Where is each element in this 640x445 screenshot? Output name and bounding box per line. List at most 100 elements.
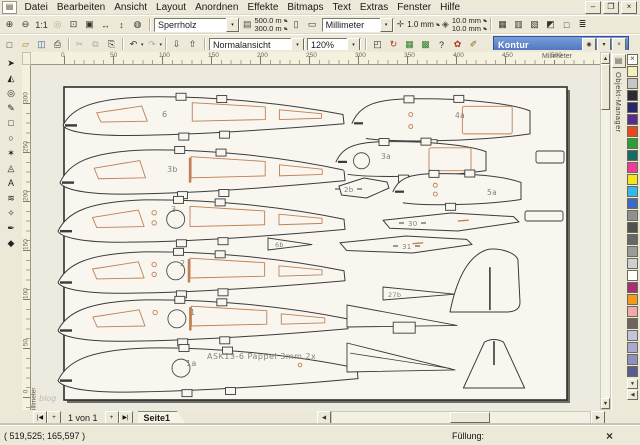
color-swatch[interactable] bbox=[627, 138, 638, 149]
dropdown-arrow-icon[interactable]: ▾ bbox=[226, 18, 239, 32]
color-swatch[interactable] bbox=[627, 174, 638, 185]
scroll-up-button[interactable]: ▲ bbox=[601, 53, 610, 64]
document-window-icon[interactable]: ▤ bbox=[2, 1, 17, 14]
zoom-to-page-width-icon[interactable]: ↔ bbox=[98, 18, 113, 32]
ellipse-tool[interactable]: ○ bbox=[2, 131, 20, 145]
color-swatch[interactable] bbox=[627, 366, 638, 377]
zoom-to-page-icon[interactable]: ▣ bbox=[82, 18, 97, 32]
color-swatch[interactable] bbox=[627, 210, 638, 221]
eyedropper-tool[interactable]: ✧ bbox=[2, 206, 20, 220]
interactive-blend-tool[interactable]: ≋ bbox=[2, 191, 20, 205]
menu-text[interactable]: Text bbox=[328, 2, 355, 13]
scroll-right-button[interactable]: ▶ bbox=[591, 411, 605, 424]
menu-anordnen[interactable]: Anordnen bbox=[191, 2, 243, 13]
horizontal-scrollbar[interactable]: ◀ ▶ bbox=[317, 411, 605, 424]
no-color-swatch[interactable]: × bbox=[627, 54, 638, 65]
spinner-icon[interactable]: ▾▴ bbox=[483, 18, 486, 24]
color-swatch[interactable] bbox=[627, 114, 638, 125]
nudge-field[interactable]: 1.0 mm ▾▴ bbox=[407, 20, 439, 29]
freehand-tool[interactable]: ✎ bbox=[2, 101, 20, 115]
menu-datei[interactable]: Datei bbox=[20, 2, 52, 13]
drawing-canvas[interactable]: blog63b3211a4a3a5a2b30316b27bASK13-6 Pap… bbox=[31, 65, 600, 410]
color-swatch[interactable] bbox=[627, 186, 638, 197]
color-swatch[interactable] bbox=[627, 150, 638, 161]
options-icon[interactable]: ≣ bbox=[575, 18, 590, 32]
treat-objects-as-filled-icon[interactable]: ◩ bbox=[543, 18, 558, 32]
zoom-actual-size[interactable]: 1:1 bbox=[34, 18, 49, 32]
horizontal-ruler[interactable]: Millimeter 05010015020025030035040045050… bbox=[31, 52, 600, 65]
color-swatch[interactable] bbox=[627, 282, 638, 293]
undo-icon-dropdown[interactable]: ▾ bbox=[141, 42, 144, 48]
zoom-tool[interactable]: ◎ bbox=[2, 86, 20, 100]
menu-fenster[interactable]: Fenster bbox=[393, 2, 436, 13]
zoom-out-icon[interactable]: ⊖ bbox=[18, 18, 33, 32]
horizontal-scroll-thumb[interactable] bbox=[450, 412, 490, 423]
part[interactable] bbox=[525, 211, 563, 221]
vertical-scrollbar[interactable]: ▲ ▼ bbox=[600, 52, 611, 410]
duplicate-distance-fields[interactable]: 10.0 mm▾▴ 10.0 mm▾▴ bbox=[452, 17, 486, 33]
color-swatch[interactable] bbox=[627, 258, 638, 269]
color-swatch[interactable] bbox=[627, 126, 638, 137]
text-tool[interactable]: A bbox=[2, 176, 20, 190]
color-swatch[interactable] bbox=[627, 342, 638, 353]
menu-layout[interactable]: Layout bbox=[152, 2, 191, 13]
polygon-tool[interactable]: ✶ bbox=[2, 146, 20, 160]
shape-tool[interactable]: ◭ bbox=[2, 71, 20, 85]
minimize-button[interactable]: – bbox=[585, 1, 601, 14]
portrait-button[interactable]: ▯ bbox=[289, 18, 304, 32]
color-swatch[interactable] bbox=[627, 318, 638, 329]
first-page-button[interactable]: |◀ bbox=[33, 411, 47, 424]
last-page-button[interactable]: ▶| bbox=[119, 411, 133, 424]
zoom-to-all-objects-icon[interactable]: ⊡ bbox=[66, 18, 81, 32]
color-swatch[interactable] bbox=[627, 294, 638, 305]
color-swatch[interactable] bbox=[627, 234, 638, 245]
restore-button[interactable]: ❐ bbox=[603, 1, 619, 14]
spinner-icon[interactable]: ▾▴ bbox=[284, 18, 287, 24]
object-manager-icon[interactable]: ▤ bbox=[612, 54, 626, 68]
dropdown-arrow-icon[interactable]: ▾ bbox=[380, 18, 393, 32]
color-swatch[interactable] bbox=[627, 102, 638, 113]
color-swatch[interactable] bbox=[627, 330, 638, 341]
fill-tool[interactable]: ◆ bbox=[2, 236, 20, 250]
zoom-in-icon[interactable]: ⊕ bbox=[2, 18, 17, 32]
paper-type-combo[interactable]: Sperrholz ▾ bbox=[154, 18, 240, 32]
marquee-select-icon[interactable]: □ bbox=[559, 18, 574, 32]
color-swatch[interactable] bbox=[627, 78, 638, 89]
outline-tool[interactable]: ✒ bbox=[2, 221, 20, 235]
color-swatch[interactable] bbox=[627, 354, 638, 365]
add-page-before-button[interactable]: + bbox=[47, 411, 61, 424]
vertical-ruler[interactable]: 300250200150100500 bbox=[22, 65, 31, 410]
color-swatch[interactable] bbox=[627, 306, 638, 317]
palette-expand-button[interactable]: ◀ bbox=[627, 390, 638, 400]
add-page-after-button[interactable]: + bbox=[105, 411, 119, 424]
rectangle-tool[interactable]: □ bbox=[2, 116, 20, 130]
paper-size-fields[interactable]: 500.0 m▾▴ 300.0 m▾▴ bbox=[255, 17, 287, 33]
spinner-icon[interactable]: ▾▴ bbox=[284, 26, 287, 32]
menu-effekte[interactable]: Effekte bbox=[243, 2, 283, 13]
color-swatch[interactable] bbox=[627, 66, 638, 77]
color-swatch[interactable] bbox=[627, 246, 638, 257]
ruler-corner[interactable] bbox=[22, 52, 31, 65]
snap-to-guidelines-icon[interactable]: ▥ bbox=[511, 18, 526, 32]
basic-shapes-tool[interactable]: ◬ bbox=[2, 161, 20, 175]
horizontal-scroll-track[interactable] bbox=[331, 411, 591, 424]
color-swatch[interactable] bbox=[627, 90, 638, 101]
menu-extras[interactable]: Extras bbox=[355, 2, 392, 13]
palette-scroll-down-button[interactable]: ▼ bbox=[627, 379, 638, 389]
color-swatch[interactable] bbox=[627, 198, 638, 209]
color-swatch[interactable] bbox=[627, 222, 638, 233]
web-navigator-icon[interactable]: ◍ bbox=[130, 18, 145, 32]
paper-height-value[interactable]: 300.0 m bbox=[255, 24, 282, 33]
spinner-icon[interactable]: ▾▴ bbox=[436, 22, 439, 28]
scroll-left-button[interactable]: ◀ bbox=[317, 411, 331, 424]
close-button[interactable]: × bbox=[621, 1, 637, 14]
scroll-down-button[interactable]: ▼ bbox=[601, 398, 610, 409]
menu-ansicht[interactable]: Ansicht bbox=[110, 2, 152, 13]
vertical-scroll-thumb[interactable] bbox=[601, 64, 610, 110]
units-combo[interactable]: Millimeter ▾ bbox=[322, 18, 394, 32]
duplicate-y-value[interactable]: 10.0 mm bbox=[452, 24, 481, 33]
part[interactable] bbox=[536, 151, 564, 163]
spinner-icon[interactable]: ▾▴ bbox=[483, 26, 486, 32]
color-swatch[interactable] bbox=[627, 162, 638, 173]
object-manager-tab[interactable]: Objekt-Manager bbox=[614, 72, 623, 133]
